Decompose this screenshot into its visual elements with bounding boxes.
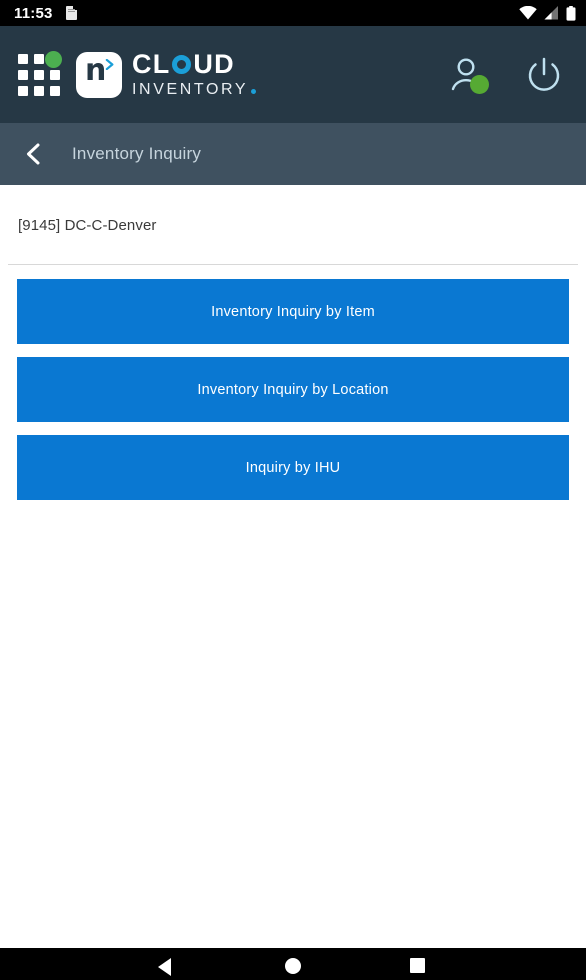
grid-menu-icon[interactable] [18, 50, 62, 96]
home-circle-icon[interactable] [285, 958, 301, 974]
brand-cloud-suffix: UD [193, 49, 235, 79]
action-button-list: Inventory Inquiry by Item Inventory Inqu… [0, 265, 586, 500]
status-system-icons [519, 5, 576, 21]
brand-period-dot [251, 89, 257, 94]
inventory-inquiry-by-location-button[interactable]: Inventory Inquiry by Location [17, 357, 569, 422]
brand-inventory-text: INVENTORY [132, 81, 249, 98]
user-online-status-dot [470, 74, 489, 94]
power-glyph [528, 57, 560, 91]
power-logout-icon[interactable] [524, 55, 564, 95]
brand-chevron-icon [105, 58, 114, 70]
user-account-icon[interactable] [448, 55, 489, 95]
inventory-inquiry-by-item-button[interactable]: Inventory Inquiry by Item [17, 279, 569, 344]
brand-wordmark-cloud: CL UD [132, 51, 256, 78]
brand-cloud-o-ring [172, 55, 192, 74]
back-chevron-icon[interactable] [22, 142, 46, 166]
status-notification-icons [65, 6, 77, 20]
status-time: 11:53 [14, 4, 53, 22]
main-content: [9145] DC-C-Denver Inventory Inquiry by … [0, 185, 586, 948]
wifi-icon [519, 6, 537, 20]
brand-wordmark: CL UD INVENTORY [132, 51, 257, 98]
page-title: Inventory Inquiry [72, 144, 202, 163]
sub-navigation-bar: Inventory Inquiry [0, 123, 586, 185]
document-icon [65, 6, 77, 20]
inquiry-by-ihu-button[interactable]: Inquiry by IHU [17, 435, 569, 500]
brand-cloud-prefix: CL [132, 49, 171, 79]
cellular-signal-icon [544, 6, 558, 20]
app-header: n CL UD INVENTORY [0, 26, 586, 123]
brand-logo-letter: n [85, 52, 107, 88]
app-root: 11:53 n CL UD INVENTORY Inventory Inquir… [0, 0, 586, 980]
android-navigation-bar [0, 948, 586, 980]
status-bar: 11:53 [0, 0, 586, 26]
recents-square-icon[interactable] [410, 958, 425, 973]
location-label: [9145] DC-C-Denver [18, 217, 157, 234]
grid-green-dot [45, 50, 62, 68]
brand-logo-badge: n [76, 51, 122, 98]
brand-wordmark-inventory: INVENTORY [132, 81, 257, 98]
back-triangle-icon[interactable] [158, 958, 171, 976]
header-actions [448, 55, 564, 95]
battery-icon [566, 5, 576, 21]
